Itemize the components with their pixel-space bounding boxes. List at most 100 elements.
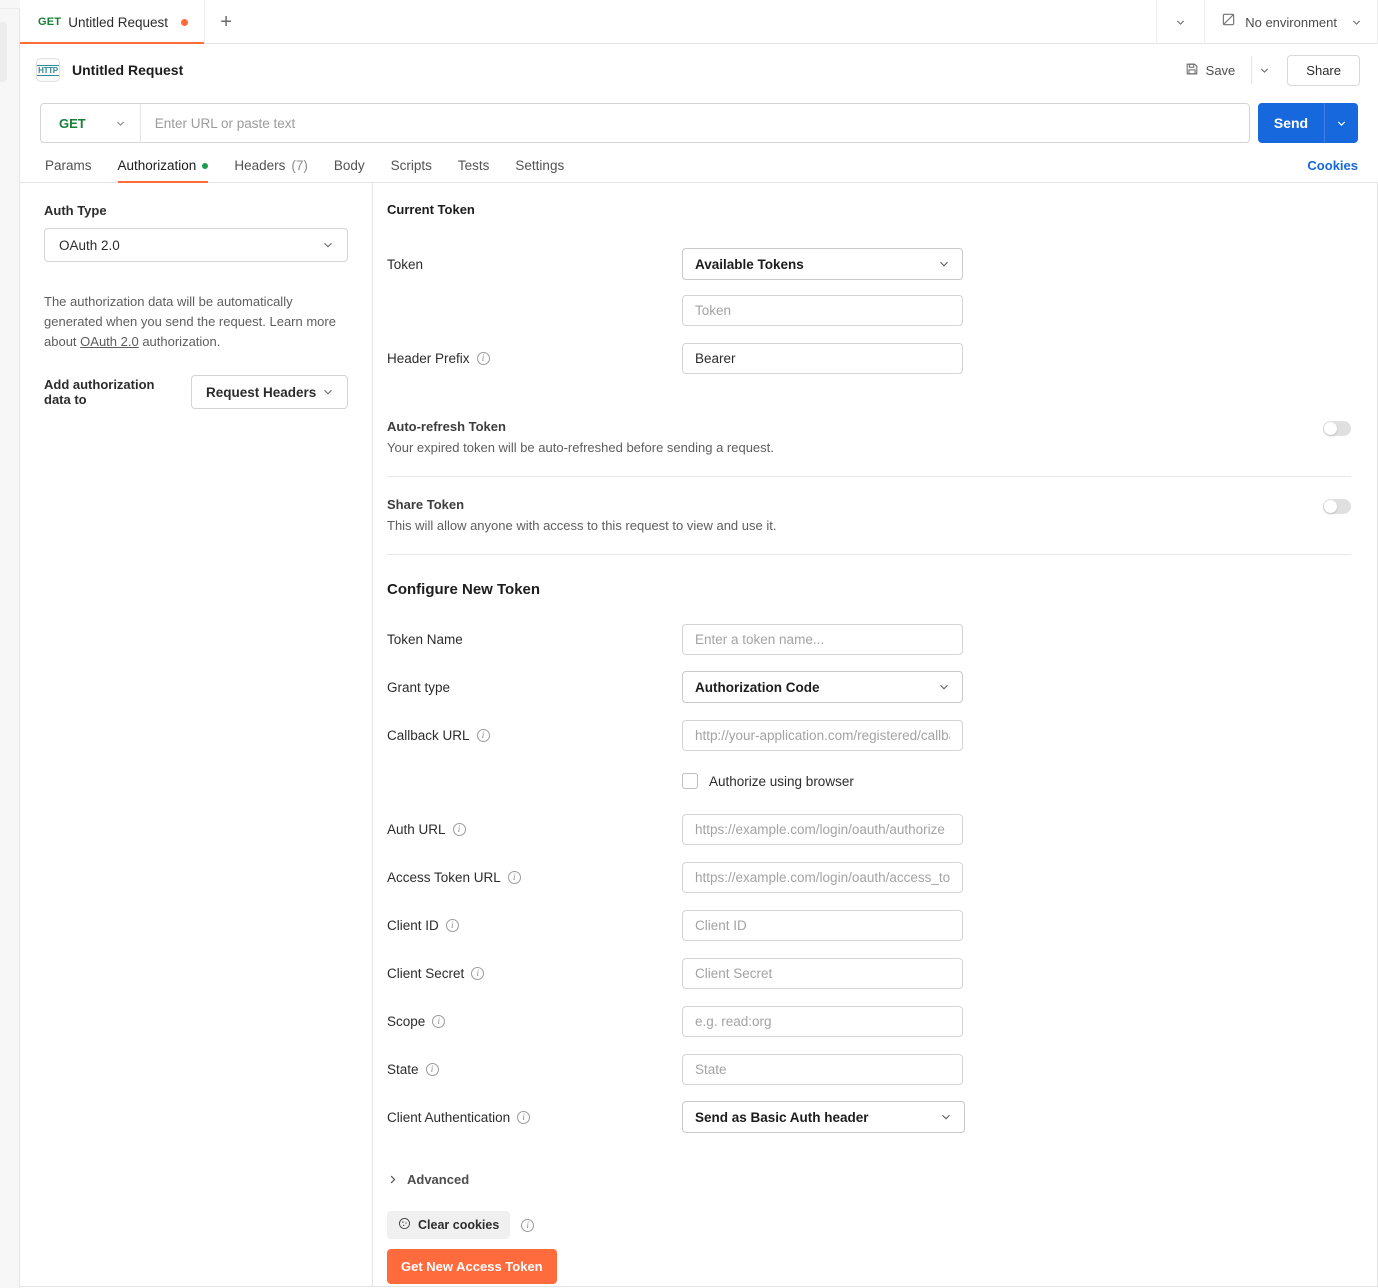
- save-disk-icon: [1185, 62, 1199, 79]
- client-authentication-info-icon[interactable]: i: [517, 1110, 531, 1124]
- callback-url-input[interactable]: [682, 719, 963, 751]
- callback-url-row: Callback URL i: [387, 718, 1377, 752]
- http-protocol-icon: HTTP: [36, 58, 60, 82]
- tab-headers[interactable]: Headers (7): [221, 158, 321, 182]
- oauth2-configuration-pane: Current Token Token Available Tokens Tok…: [373, 183, 1377, 1286]
- tab-body[interactable]: Body: [321, 158, 378, 182]
- header-prefix-input[interactable]: [682, 342, 963, 374]
- auto-refresh-token-row: Auto-refresh Token Your expired token wi…: [387, 419, 1377, 455]
- auth-type-chevron-down-icon: [321, 238, 335, 252]
- grant-type-label-text: Grant type: [387, 679, 451, 695]
- client-authentication-row: Client Authentication i Send as Basic Au…: [387, 1100, 1377, 1134]
- authorize-using-browser-checkbox[interactable]: [682, 773, 698, 789]
- access-token-url-label-text: Access Token URL: [387, 869, 501, 885]
- tab-authorization[interactable]: Authorization: [105, 158, 222, 183]
- share-token-title: Share Token: [387, 497, 465, 512]
- auth-type-select[interactable]: OAuth 2.0: [44, 228, 348, 262]
- scope-input[interactable]: [682, 1005, 963, 1037]
- state-label-text: State: [387, 1061, 419, 1077]
- client-secret-input[interactable]: [682, 957, 963, 989]
- auth-url-input[interactable]: [682, 813, 963, 845]
- access-token-url-row: Access Token URL i: [387, 860, 1377, 894]
- scope-label-text: Scope: [387, 1013, 426, 1029]
- tab-body-label: Body: [333, 158, 365, 173]
- header-prefix-info-icon[interactable]: i: [476, 351, 490, 365]
- token-name-input[interactable]: [682, 623, 963, 655]
- client-secret-info-icon[interactable]: i: [471, 966, 485, 980]
- new-tab-button[interactable]: +: [205, 0, 247, 44]
- client-authentication-label-text: Client Authentication: [387, 1109, 511, 1125]
- clear-cookies-label: Clear cookies: [418, 1218, 500, 1232]
- auto-refresh-token-title: Auto-refresh Token: [387, 419, 506, 434]
- auth-type-value: OAuth 2.0: [59, 237, 120, 253]
- chevron-right-icon: [387, 1174, 398, 1185]
- http-method-select[interactable]: GET: [41, 104, 141, 142]
- auth-description-part2: authorization.: [138, 334, 221, 349]
- auth-url-info-icon[interactable]: i: [452, 822, 466, 836]
- save-options-chevron-down-icon[interactable]: [1251, 56, 1277, 84]
- state-input[interactable]: [682, 1053, 963, 1085]
- tab-scripts[interactable]: Scripts: [378, 158, 445, 182]
- clear-cookies-button[interactable]: Clear cookies: [387, 1211, 511, 1239]
- client-id-input[interactable]: [682, 909, 963, 941]
- tab-list-chevron-down-icon[interactable]: [1156, 0, 1204, 44]
- cookies-link[interactable]: Cookies: [1307, 158, 1358, 182]
- share-token-toggle[interactable]: [1323, 499, 1351, 514]
- access-token-url-label: Access Token URL i: [387, 870, 682, 885]
- method-chevron-down-icon: [114, 117, 127, 130]
- token-value-row: [387, 293, 1377, 327]
- sidebar-collapsed-handle[interactable]: [0, 22, 7, 82]
- state-row: State i: [387, 1052, 1377, 1086]
- grant-type-row: Grant type Authorization Code: [387, 670, 1377, 704]
- tab-settings[interactable]: Settings: [502, 158, 577, 182]
- request-header-bar: HTTP Untitled Request Save Share: [20, 44, 1378, 96]
- send-button[interactable]: Send: [1258, 103, 1324, 143]
- client-authentication-select[interactable]: Send as Basic Auth header: [682, 1101, 965, 1133]
- postman-app-window: GET Untitled Request + No environment HT…: [0, 0, 1378, 1288]
- auth-type-label: Auth Type: [44, 203, 107, 218]
- url-input[interactable]: [140, 104, 1249, 142]
- send-button-group: Send: [1258, 103, 1358, 143]
- state-info-icon[interactable]: i: [425, 1062, 439, 1076]
- tab-strip-right: No environment: [1156, 0, 1378, 44]
- add-authorization-data-value: Request Headers: [206, 384, 317, 400]
- request-tab-untitled-request[interactable]: GET Untitled Request: [20, 0, 206, 44]
- token-label: Token: [387, 257, 682, 272]
- get-new-access-token-button[interactable]: Get New Access Token: [387, 1249, 557, 1284]
- save-button[interactable]: Save: [1175, 56, 1246, 85]
- callback-url-info-icon[interactable]: i: [476, 728, 490, 742]
- share-token-row: Share Token This will allow anyone with …: [387, 497, 1377, 533]
- add-authorization-data-select[interactable]: Request Headers: [191, 375, 348, 409]
- configure-new-token-heading: Configure New Token: [387, 581, 541, 598]
- environment-selector[interactable]: No environment: [1204, 0, 1377, 44]
- access-token-url-info-icon[interactable]: i: [507, 870, 521, 884]
- auto-refresh-token-toggle[interactable]: [1323, 421, 1351, 436]
- available-tokens-select[interactable]: Available Tokens: [682, 248, 963, 280]
- scope-label: Scope i: [387, 1014, 682, 1029]
- scope-info-icon[interactable]: i: [432, 1014, 446, 1028]
- tab-headers-label: Headers: [234, 158, 286, 173]
- http-method-value: GET: [59, 115, 86, 131]
- share-token-subtitle: This will allow anyone with access to th…: [387, 518, 777, 533]
- request-tab-title: Untitled Request: [68, 14, 169, 30]
- tab-tests[interactable]: Tests: [445, 158, 503, 182]
- header-prefix-row: Header Prefix i: [387, 341, 1377, 375]
- grant-type-select[interactable]: Authorization Code: [682, 671, 963, 703]
- tab-params[interactable]: Params: [40, 158, 105, 182]
- token-name-label: Token Name: [387, 632, 682, 647]
- token-input[interactable]: [682, 294, 963, 326]
- send-options-chevron-down-icon[interactable]: [1324, 103, 1358, 143]
- url-bar-row: GET Send: [20, 100, 1378, 146]
- grant-type-chevron-down-icon: [937, 680, 951, 694]
- authorize-using-browser-row: Authorize using browser: [387, 764, 1377, 798]
- clear-cookies-info-icon[interactable]: i: [521, 1218, 535, 1232]
- client-id-info-icon[interactable]: i: [445, 918, 459, 932]
- tab-headers-count: (7): [291, 158, 308, 173]
- auth-type-pane: Auth Type OAuth 2.0 The authorization da…: [20, 183, 373, 1286]
- advanced-section-toggle[interactable]: Advanced: [387, 1172, 1377, 1187]
- grant-type-value: Authorization Code: [695, 679, 820, 695]
- access-token-url-input[interactable]: [682, 861, 963, 893]
- request-section-tabs: Params Authorization Headers (7) Body Sc…: [20, 150, 1378, 183]
- oauth2-docs-link[interactable]: OAuth 2.0: [80, 334, 139, 349]
- share-button[interactable]: Share: [1287, 54, 1360, 86]
